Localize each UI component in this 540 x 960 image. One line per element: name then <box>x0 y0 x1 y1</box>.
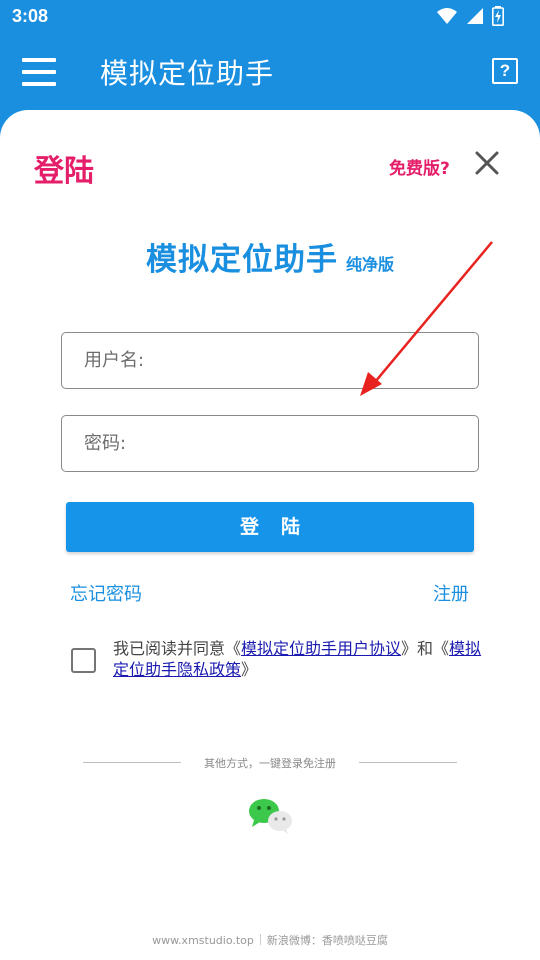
status-time: 3:08 <box>12 6 49 26</box>
footer-separator <box>259 934 261 945</box>
footer-site: www.xmstudio.top <box>152 934 254 947</box>
agreement-checkbox[interactable] <box>71 648 96 673</box>
brand-heading: 模拟定位助手 纯净版 <box>0 234 540 279</box>
agreement-suffix: 》 <box>241 660 258 679</box>
other-login-methods-label: 其他方式，一键登录免注册 <box>204 757 336 770</box>
cellular-signal-icon <box>467 8 483 24</box>
username-input[interactable] <box>62 333 478 388</box>
agreement-text: 我已阅读并同意《模拟定位助手用户协议》和《模拟定位助手隐私政策》 <box>113 638 493 680</box>
close-icon[interactable] <box>472 148 502 178</box>
divider-right <box>359 762 457 763</box>
brand-edition: 纯净版 <box>345 255 394 274</box>
status-bar: 3:08 <box>0 0 540 34</box>
help-question-icon[interactable]: ? <box>492 58 518 84</box>
footer-weibo: 新浪微博：香喷喷哒豆腐 <box>266 934 388 947</box>
wechat-icon[interactable] <box>246 796 294 836</box>
wifi-icon <box>437 8 457 24</box>
app-bar: 模拟定位助手 ? <box>0 34 540 110</box>
login-button[interactable]: 登陆 <box>66 502 474 552</box>
brand-name: 模拟定位助手 <box>145 242 338 278</box>
forgot-password-link[interactable]: 忘记密码 <box>70 580 142 606</box>
register-link[interactable]: 注册 <box>433 580 469 606</box>
username-field[interactable] <box>61 332 479 389</box>
password-input[interactable] <box>62 416 478 471</box>
login-title: 登陆 <box>34 154 94 189</box>
status-icons <box>436 6 504 26</box>
agreement-prefix: 我已阅读并同意《 <box>113 639 242 658</box>
agreement-middle: 》和《 <box>401 639 450 658</box>
footer: www.xmstudio.top 新浪微博：香喷喷哒豆腐 <box>0 932 540 948</box>
user-agreement-link[interactable]: 模拟定位助手用户协议 <box>241 639 401 658</box>
free-version-link[interactable]: 免费版? <box>389 154 450 179</box>
password-field[interactable] <box>61 415 479 472</box>
hamburger-menu-icon[interactable] <box>22 58 56 86</box>
login-card: 登陆 免费版? 模拟定位助手纯净版 登陆 忘记密码 注册 我已阅读并同意《模拟定… <box>0 110 540 960</box>
app-title: 模拟定位助手 <box>100 57 275 90</box>
battery-charging-icon <box>492 6 504 26</box>
